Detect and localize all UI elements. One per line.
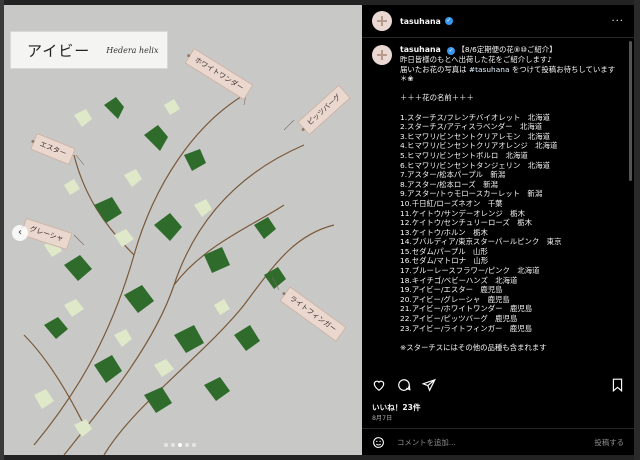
slide-dot xyxy=(164,443,168,447)
caption-header: 【8/6定期便の花⑧⑩ご紹介】 xyxy=(457,45,557,54)
post-image: アイビー Hedera helix ホワイトワンダー ピッツバーグ エスター グ… xyxy=(4,5,362,455)
likes-count[interactable]: いいね！23件 xyxy=(372,402,421,413)
caption-line: をつけて投稿お待ちしています xyxy=(511,64,616,74)
share-icon[interactable] xyxy=(422,378,436,392)
avatar-plus-icon[interactable] xyxy=(372,11,392,31)
slide-dot xyxy=(192,443,196,447)
flower-list-item: 22.アイビー/ピッツバーグ 鹿児島 xyxy=(400,314,518,324)
flower-list-item: 7.アスター/松本パープル 新潟 xyxy=(400,170,506,180)
flower-list-item: 15.セダム/パープル 山形 xyxy=(400,246,488,256)
action-bar xyxy=(372,377,624,393)
post-header: tasuhana ✓ ··· xyxy=(362,5,634,38)
post-comment-button[interactable]: 投稿する xyxy=(594,437,624,448)
flower-list-item: 12.ケイトウ/センチュリーローズ 栃木 xyxy=(400,218,532,228)
post-modal: アイビー Hedera helix ホワイトワンダー ピッツバーグ エスター グ… xyxy=(4,5,634,455)
flower-list-item: 6.ヒマワリ/ビンセントタンジェリン 北海道 xyxy=(400,160,550,170)
flower-list-item: 9.アスター/トゥモロースカーレット 新潟 xyxy=(400,189,543,199)
flower-list-item: 10.千日紅/ローズネオン 千葉 xyxy=(400,198,503,208)
hashtag-link[interactable]: #tasuhana xyxy=(469,65,510,74)
comment-input[interactable] xyxy=(395,436,595,448)
title-latin: Hedera helix xyxy=(106,45,159,55)
backdrop-right-edge xyxy=(634,0,640,460)
flower-list-item: 8.アスター/松本ローズ 新潟 xyxy=(400,179,498,189)
caption-scrollbar[interactable] xyxy=(629,41,632,181)
heart-icon[interactable] xyxy=(372,378,386,392)
footnote: ※スターチスにはその他の品種も含まれます xyxy=(400,342,547,352)
title-jp: アイビー xyxy=(27,41,91,60)
post-date: 8月7日 xyxy=(372,415,393,422)
slide-dots xyxy=(164,443,196,447)
verified-icon: ✓ xyxy=(444,17,453,25)
flower-list-item: 13.ケイトウ/ホルン 栃木 xyxy=(400,227,488,237)
flower-list-item: 21.アイビー/ホワイトワンダー 鹿児島 xyxy=(400,304,533,314)
flower-list-item: 4.ヒマワリ/ビンセントクリアオレンジ 北海道 xyxy=(400,141,558,151)
post-sidebar: tasuhana ✓ ··· tasuhana ✓ 【8/6定期便の花⑧⑩ご紹介… xyxy=(362,5,634,455)
flower-list-item: 17.ブルーレースフラワー/ピンク 北海道 xyxy=(400,266,540,276)
comment-icon[interactable] xyxy=(397,378,411,392)
header-username[interactable]: tasuhana xyxy=(400,17,441,26)
flower-list-item: 16.セダム/マトロナ 山形 xyxy=(400,256,489,266)
verified-icon: ✓ xyxy=(447,47,456,55)
flower-list-item: 5.ヒマワリ/ビンセントボルロ 北海道 xyxy=(400,150,528,160)
comment-bar: 投稿する xyxy=(362,428,634,455)
caption-first-line: tasuhana ✓ 【8/6定期便の花⑧⑩ご紹介】 xyxy=(400,45,628,55)
slide-dot-active xyxy=(178,443,182,447)
list-heading: ＋＋＋花の名前＋＋＋ xyxy=(400,93,474,103)
flower-list-item: 14.ブバルディア/東京スターパールピンク 東京 xyxy=(400,237,562,247)
slide-dot xyxy=(185,443,189,447)
caption-body: tasuhana ✓ 【8/6定期便の花⑧⑩ご紹介】 昨日皆様のもとへ出荷した花… xyxy=(400,45,628,369)
caption-line: 昨日皆様のもとへ出荷した花をご紹介します♪ xyxy=(400,55,553,64)
caption-line: 届いたお花の写真は xyxy=(400,64,467,74)
flower-list-item: 11.ケイトウ/サンデーオレンジ 栃木 xyxy=(400,208,525,218)
flower-list-item: 3.ヒマワリ/ビンセントクリアレモン 北海道 xyxy=(400,131,550,141)
flower-list-item: 18.キイチゴ/ベビーハンズ 北海道 xyxy=(400,275,518,285)
flower-list-item: 20.アイビー/グレーシャ 鹿児島 xyxy=(400,294,510,304)
slide-dot xyxy=(171,443,175,447)
emoji-icon[interactable] xyxy=(372,436,385,449)
caption-username[interactable]: tasuhana xyxy=(400,45,441,54)
caption: tasuhana ✓ 【8/6定期便の花⑧⑩ご紹介】 昨日皆様のもとへ出荷した花… xyxy=(372,45,628,369)
title-card: アイビー Hedera helix xyxy=(10,31,168,69)
chevron-left-icon[interactable]: ‹ xyxy=(12,225,28,241)
caption-emoji: ＊❀ xyxy=(400,74,414,84)
flower-list-item: 2.スターチス/アティスラベンダー 北海道 xyxy=(400,122,543,132)
avatar-plus-icon[interactable] xyxy=(372,45,392,65)
caption-line-hashtag: 届いたお花の写真は #tasuhana をつけて投稿お待ちしています xyxy=(400,65,628,75)
more-icon[interactable]: ··· xyxy=(611,16,624,27)
flower-list-item: 23.アイビー/ライトフィンガー 鹿児島 xyxy=(400,323,532,333)
save-icon[interactable] xyxy=(611,378,624,392)
flower-list-item: 1.スターチス/フレンチバイオレット 北海道 xyxy=(400,112,550,122)
flower-list: 1.スターチス/フレンチバイオレット 北海道 2.スターチス/アティスラベンダー … xyxy=(400,113,628,334)
flower-list-item: 19.アイビー/エスター 鹿児島 xyxy=(400,285,503,295)
